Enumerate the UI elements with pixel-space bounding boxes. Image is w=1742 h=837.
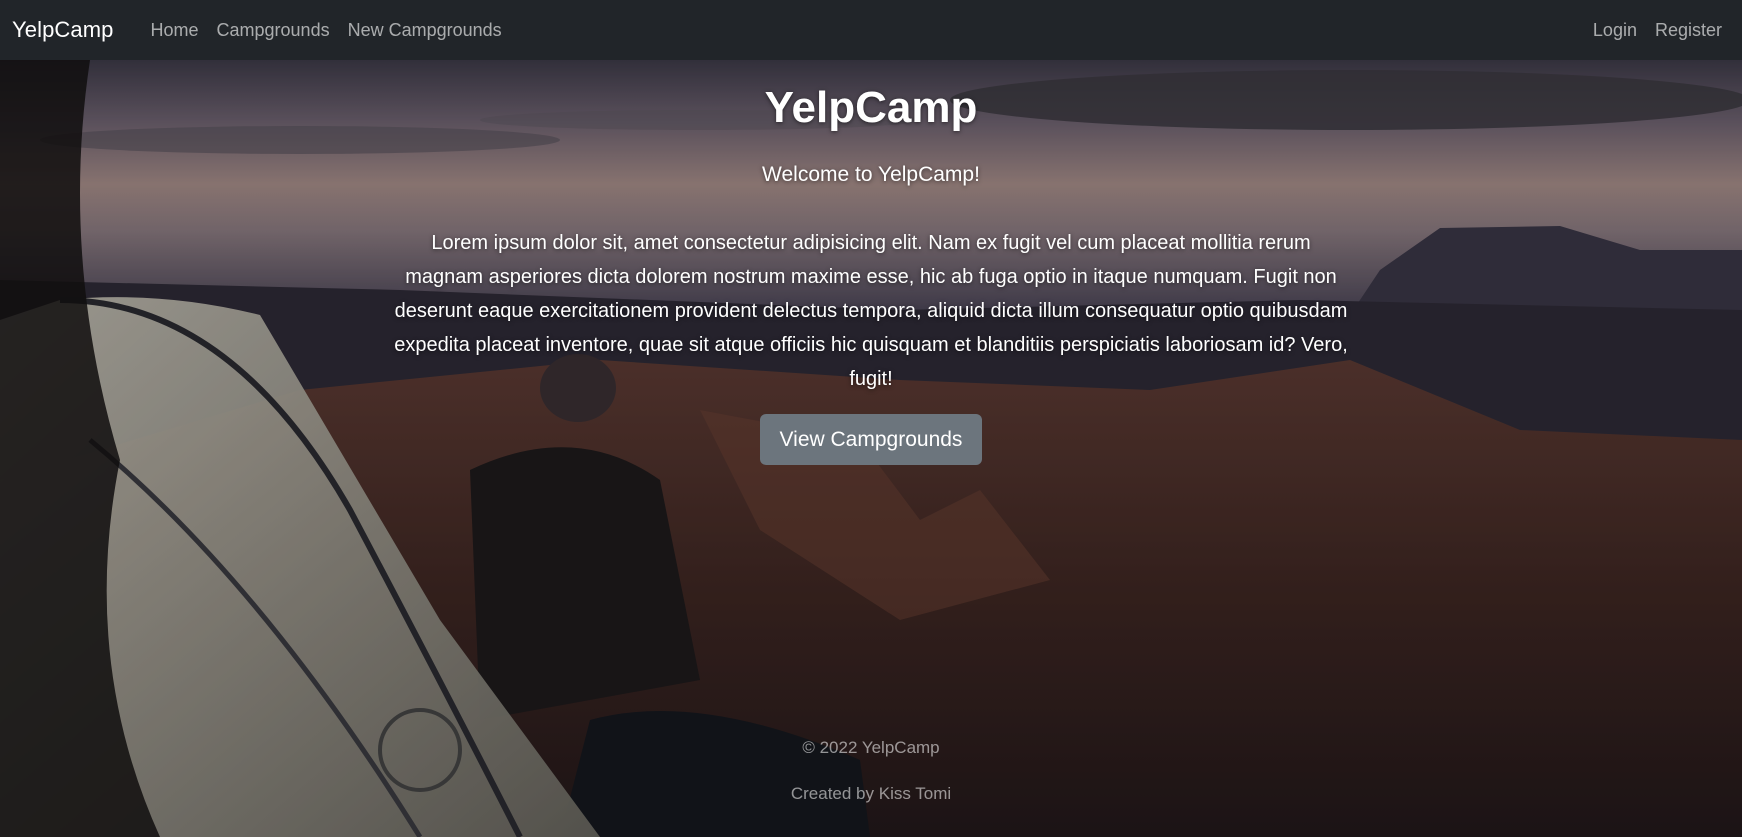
nav-links: Home Campgrounds New Campgrounds [142,20,511,41]
copyright-text: © 2022 YelpCamp [802,738,940,757]
brand-link[interactable]: YelpCamp [12,17,114,43]
hero-title: YelpCamp [764,83,978,132]
lead-paragraph: Lorem ipsum dolor sit, amet consectetur … [394,232,1348,391]
hero-content: YelpCamp Welcome to YelpCamp! Lorem ipsu… [0,60,1742,466]
top-navbar: YelpCamp Home Campgrounds New Campground… [0,0,1742,60]
login-link[interactable]: Login [1584,20,1646,41]
credit-text: Created by Kiss Tomi [790,784,952,803]
nav-home-link[interactable]: Home [142,20,208,41]
nav-new-campgrounds-link[interactable]: New Campgrounds [339,20,511,41]
welcome-text: Welcome to YelpCamp! [762,162,980,186]
auth-links: Login Register [1584,20,1730,41]
footer: © 2022 YelpCamp Created by Kiss Tomi [0,738,1742,804]
register-link[interactable]: Register [1646,20,1730,41]
view-campgrounds-button[interactable]: View Campgrounds [759,414,983,466]
nav-campgrounds-link[interactable]: Campgrounds [208,20,339,41]
